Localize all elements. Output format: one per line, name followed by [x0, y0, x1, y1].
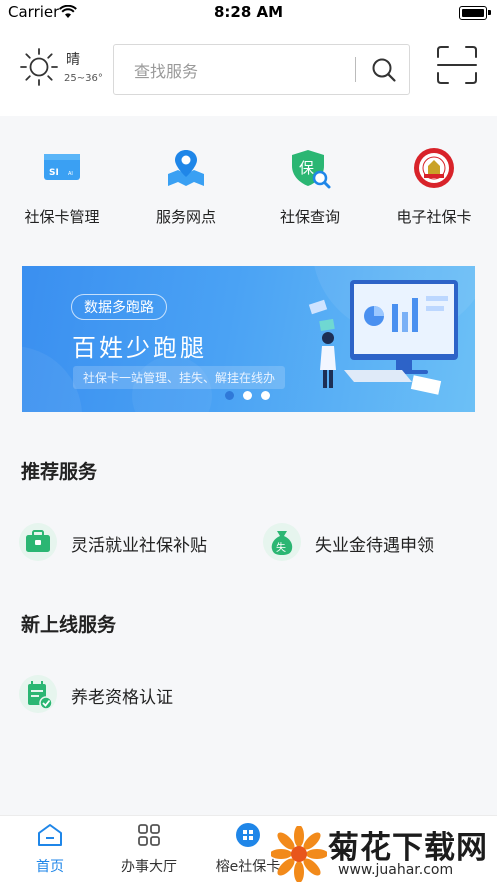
service-label: 失业金待遇申领 — [315, 536, 434, 556]
scan-icon[interactable] — [436, 45, 478, 85]
search-divider — [355, 57, 356, 82]
computer-illustration — [308, 280, 458, 395]
quick-entry-service-points[interactable]: 服务网点 — [136, 146, 236, 227]
quick-entry-social-security-query[interactable]: 保 社保查询 — [260, 146, 360, 227]
recommended-section-title: 推荐服务 — [21, 461, 98, 483]
map-pin-icon — [168, 150, 204, 186]
search-box[interactable]: 查找服务 — [113, 44, 410, 95]
battery-icon — [459, 6, 487, 20]
tab-service-hall[interactable]: 办事大厅 — [94, 822, 204, 876]
search-icon[interactable] — [371, 57, 397, 83]
quick-entry-label: 社保查询 — [279, 208, 340, 226]
carousel-dot[interactable] — [261, 391, 270, 400]
carousel-dot-active[interactable] — [243, 391, 252, 400]
service-flexible-employment-subsidy[interactable]: 灵活就业社保补贴 — [19, 523, 239, 563]
service-pension-qualification[interactable]: 养老资格认证 — [19, 675, 239, 715]
svg-text:SI: SI — [49, 168, 59, 178]
carousel-dot[interactable] — [225, 391, 234, 400]
tab-label: 首页 — [36, 859, 64, 875]
search-input[interactable]: 查找服务 — [134, 58, 198, 82]
new-services-section-title: 新上线服务 — [21, 614, 117, 636]
quick-entry-label: 服务网点 — [155, 208, 216, 226]
home-icon — [38, 824, 62, 846]
grid-icon — [138, 824, 160, 846]
service-label: 养老资格认证 — [71, 688, 173, 708]
tab-label: 办事大厅 — [121, 859, 177, 875]
svg-text:失: 失 — [276, 541, 286, 554]
qr-badge-icon — [236, 823, 260, 847]
chrysanthemum-logo — [271, 826, 327, 882]
promo-banner[interactable]: 数据多跑路 百姓少跑腿 社保卡一站管理、挂失、解挂在线办 — [22, 266, 475, 412]
battery-tip — [488, 10, 491, 15]
watermark-text: 菊花下载网 — [328, 830, 488, 866]
quick-entry-card-management[interactable]: SI AI 社保卡管理 — [12, 146, 112, 227]
status-time: 8:28 AM — [213, 3, 284, 21]
svg-text:保: 保 — [299, 159, 314, 177]
tab-home[interactable]: 首页 — [0, 822, 105, 876]
money-bag-icon: 失 — [263, 523, 301, 561]
weather-temperature: 25~36° — [64, 73, 103, 84]
quick-entry-label: 社保卡管理 — [24, 208, 100, 226]
si-card-icon: SI AI — [44, 154, 80, 180]
banner-title: 百姓少跑腿 — [72, 334, 207, 362]
quick-entry-label: 电子社保卡 — [396, 208, 472, 226]
service-label: 灵活就业社保补贴 — [71, 536, 207, 556]
weather-condition: 晴 — [66, 52, 80, 68]
briefcase-icon — [19, 523, 57, 561]
quick-entry-e-card[interactable]: 电子社保卡 — [384, 146, 484, 227]
banner-tag: 数据多跑路 — [71, 294, 167, 320]
social-security-badge-icon — [414, 148, 454, 188]
watermark-url: www.juahar.com — [338, 862, 454, 878]
sun-icon — [20, 48, 58, 86]
svg-text:AI: AI — [68, 171, 73, 177]
calendar-check-icon — [19, 675, 57, 713]
service-unemployment-benefit[interactable]: 失 失业金待遇申领 — [263, 523, 483, 563]
banner-subtitle: 社保卡一站管理、挂失、解挂在线办 — [73, 366, 286, 389]
shield-search-icon: 保 — [292, 150, 331, 189]
